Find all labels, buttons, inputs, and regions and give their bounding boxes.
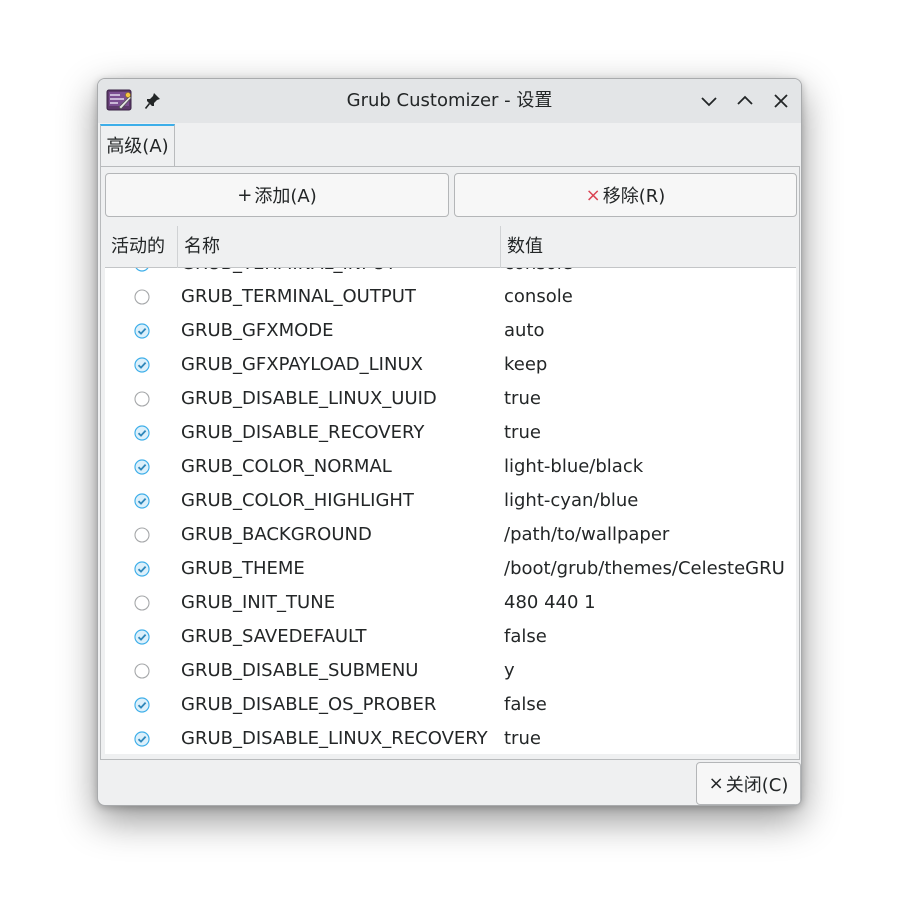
minimize-button[interactable] [698,90,720,112]
variable-value: false [504,694,547,715]
table-header: 活动的 名称 数值 [105,226,796,268]
variable-name: GRUB_GFXPAYLOAD_LINUX [181,354,423,375]
variable-value: 480 440 1 [504,592,596,613]
variable-name: GRUB_SAVEDEFAULT [181,626,367,647]
column-header-active[interactable]: 活动的 [105,226,178,268]
variable-name: GRUB_THEME [181,558,305,579]
variable-name: GRUB_INIT_TUNE [181,592,336,613]
checkbox-unchecked-icon[interactable] [134,527,150,543]
table-row[interactable]: GRUB_DISABLE_SUBMENU y [105,654,796,688]
table-row[interactable]: GRUB_INIT_TUNE 480 440 1 [105,586,796,620]
table-body[interactable]: GRUB_TERMINAL_INPUT console GRUB_TERMINA… [105,268,796,754]
checkbox-checked-icon[interactable] [134,493,150,509]
table-row[interactable]: GRUB_DISABLE_LINUX_UUID true [105,382,796,416]
variable-value: y [504,660,515,681]
table-row[interactable]: GRUB_SAVEDEFAULT false [105,620,796,654]
checkbox-unchecked-icon[interactable] [134,289,150,305]
table-row[interactable]: GRUB_TERMINAL_OUTPUT console [105,280,796,314]
variable-value: true [504,422,541,443]
checkbox-checked-icon[interactable] [134,323,150,339]
checkbox-checked-icon[interactable] [134,357,150,373]
checkbox-checked-icon[interactable] [134,697,150,713]
tab-advanced[interactable]: 高级(A) [100,124,175,167]
variable-name: GRUB_DISABLE_SUBMENU [181,660,419,681]
variable-name: GRUB_DISABLE_LINUX_RECOVERY [181,728,488,749]
variable-name: GRUB_DISABLE_RECOVERY [181,422,425,443]
variable-value: true [504,388,541,409]
variable-name: GRUB_COLOR_NORMAL [181,456,392,477]
checkbox-unchecked-icon[interactable] [134,391,150,407]
remove-x-icon: × [585,184,601,206]
column-header-name[interactable]: 名称 [178,226,501,268]
chevron-up-icon [737,95,753,105]
chevron-down-icon [701,97,717,107]
add-button-label: 添加(A) [254,186,317,207]
close-x-icon: × [708,773,724,794]
variable-value: /boot/grub/themes/CelesteGRU [504,558,785,579]
table-row[interactable]: GRUB_COLOR_NORMAL light-blue/black [105,450,796,484]
table-row[interactable]: GRUB_COLOR_HIGHLIGHT light-cyan/blue [105,484,796,518]
variable-value: auto [504,320,545,341]
title-bar[interactable]: Grub Customizer - 设置 [98,79,801,123]
window-title: Grub Customizer - 设置 [346,90,553,111]
checkbox-checked-icon[interactable] [134,425,150,441]
table-row[interactable]: GRUB_DISABLE_RECOVERY true [105,416,796,450]
plus-icon: + [237,184,253,206]
close-button[interactable]: × 关闭(C) [696,762,801,805]
variable-value: /path/to/wallpaper [504,524,670,545]
variable-value: light-cyan/blue [504,490,639,511]
table-row[interactable]: GRUB_THEME/boot/grub/themes/CelesteGRU [105,552,796,586]
close-window-button[interactable] [770,90,792,112]
table-row[interactable]: GRUB_BACKGROUND/path/to/wallpaper [105,518,796,552]
tab-content: + 添加(A) × 移除(R) 活动的 名称 数值 GRUB_TERMINAL_… [100,166,800,760]
remove-button[interactable]: × 移除(R) [454,173,797,217]
variable-value: true [504,728,541,749]
variable-name: GRUB_GFXMODE [181,320,334,341]
add-button[interactable]: + 添加(A) [105,173,449,217]
checkbox-checked-icon[interactable] [134,629,150,645]
table-row[interactable]: GRUB_DISABLE_OS_PROBER false [105,688,796,722]
table-row[interactable]: GRUB_GFXPAYLOAD_LINUX keep [105,348,796,382]
maximize-button[interactable] [734,90,756,112]
variable-name: GRUB_TERMINAL_OUTPUT [181,286,416,307]
variable-value: keep [504,354,548,375]
checkbox-checked-icon[interactable] [134,459,150,475]
variable-value: light-blue/black [504,456,644,477]
variable-name: GRUB_COLOR_HIGHLIGHT [181,490,414,511]
variable-value: console [504,286,573,307]
variables-table: 活动的 名称 数值 GRUB_TERMINAL_INPUT console GR… [105,226,796,754]
column-header-value[interactable]: 数值 [501,226,796,268]
checkbox-checked-icon[interactable] [134,561,150,577]
variable-name: GRUB_DISABLE_OS_PROBER [181,694,437,715]
checkbox-checked-icon[interactable] [134,268,150,272]
variable-value: false [504,626,547,647]
table-row[interactable]: GRUB_DISABLE_LINUX_RECOVERY true [105,722,796,754]
table-row[interactable]: GRUB_GFXMODE auto [105,314,796,348]
checkbox-unchecked-icon[interactable] [134,663,150,679]
tab-bar: 高级(A) [98,123,801,167]
variable-name: GRUB_BACKGROUND [181,524,372,545]
close-button-label: 关闭(C) [725,774,789,796]
checkbox-checked-icon[interactable] [134,731,150,747]
remove-button-label: 移除(R) [602,186,666,207]
close-icon [774,94,788,108]
variable-name: GRUB_DISABLE_LINUX_UUID [181,388,437,409]
settings-dialog: Grub Customizer - 设置 高级(A) + 添加(A) × 移除(… [97,78,802,806]
checkbox-unchecked-icon[interactable] [134,595,150,611]
